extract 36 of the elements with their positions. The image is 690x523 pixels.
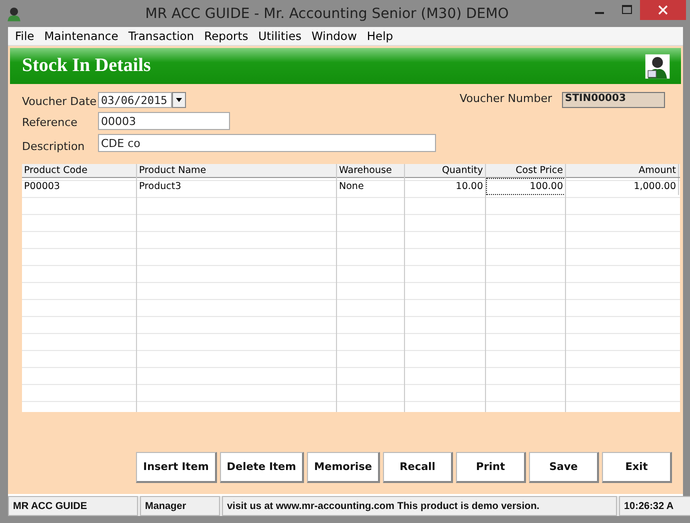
maximize-icon: [622, 5, 632, 15]
menu-item[interactable]: Maintenance: [39, 29, 124, 43]
menu-item[interactable]: Reports: [199, 29, 254, 43]
action-button[interactable]: Exit: [602, 452, 672, 483]
caret-icon: [176, 98, 182, 102]
close-button[interactable]: [640, 0, 686, 20]
field-label: Reference: [22, 116, 78, 128]
minimize-icon: [595, 12, 604, 14]
menu-item[interactable]: Help: [362, 29, 398, 43]
user-icon: [644, 52, 671, 80]
menu-item[interactable]: File: [10, 29, 40, 43]
field-label: Description: [22, 140, 86, 152]
action-button[interactable]: Insert Item: [136, 452, 217, 483]
date-field[interactable]: 03/06/2015: [98, 92, 172, 108]
action-button[interactable]: Print: [456, 452, 526, 483]
close-icon: [658, 5, 668, 15]
description-field[interactable]: CDE co: [98, 134, 436, 152]
action-button[interactable]: Save: [529, 452, 599, 483]
menu-item[interactable]: Window: [306, 29, 362, 43]
voucher-number-field: STIN00003: [562, 92, 665, 108]
action-button[interactable]: Recall: [383, 452, 453, 483]
app-icon: [6, 6, 22, 22]
menu-item[interactable]: Transaction: [123, 29, 200, 43]
reference-field[interactable]: 00003: [98, 112, 230, 130]
action-button[interactable]: Memorise: [307, 452, 380, 483]
status-text: MR ACC GUIDE: [8, 496, 138, 516]
page-title: Stock In Details: [22, 55, 151, 77]
action-button[interactable]: Delete Item: [220, 452, 304, 483]
window-title: MR ACC GUIDE - Mr. Accounting Senior (M30) DEMO: [144, 6, 510, 22]
menu-item[interactable]: Utilities: [253, 29, 307, 43]
field-label: Voucher Date: [22, 94, 98, 108]
status-text: Manager: [140, 496, 220, 516]
status-text: 10:26:32 A: [619, 496, 690, 516]
field-label: Voucher Number: [460, 92, 552, 105]
dropdown-button[interactable]: [172, 92, 186, 108]
status-text: visit us at www.mr-accounting.com This product is demo version.: [222, 496, 617, 516]
